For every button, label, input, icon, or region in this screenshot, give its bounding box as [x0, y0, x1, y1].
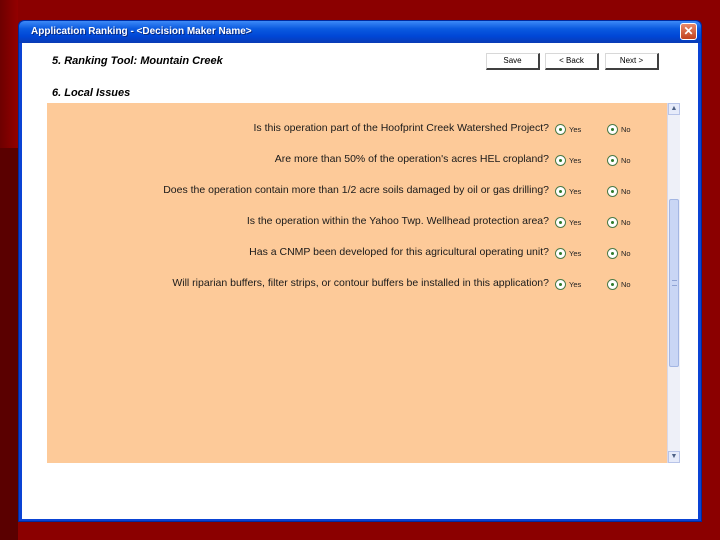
back-button[interactable]: < Back: [545, 53, 599, 70]
no-label: No: [621, 249, 631, 258]
vertical-scrollbar[interactable]: ▲ ▼: [667, 103, 680, 463]
radio-button-icon[interactable]: [607, 217, 618, 228]
question-row: Is the operation within the Yahoo Twp. W…: [47, 215, 667, 231]
no-label: No: [621, 218, 631, 227]
next-button[interactable]: Next >: [605, 53, 659, 70]
local-issues-title: 6. Local Issues: [52, 87, 131, 99]
chevron-up-icon: ▲: [670, 105, 678, 112]
desktop-background-lower: [0, 148, 18, 540]
close-button[interactable]: ✕: [680, 23, 697, 40]
scrollbar-thumb[interactable]: [669, 199, 679, 367]
radio-button-icon[interactable]: [555, 124, 566, 135]
radio-button-icon[interactable]: [607, 186, 618, 197]
save-button[interactable]: Save: [486, 53, 540, 70]
yes-label: Yes: [569, 156, 582, 165]
grip-icon: [672, 280, 677, 286]
no-label: No: [621, 187, 631, 196]
scroll-up-button[interactable]: ▲: [668, 103, 680, 115]
yes-label: Yes: [569, 249, 582, 258]
question-text: Does the operation contain more than 1/2…: [163, 184, 549, 196]
question-text: Are more than 50% of the operation's acr…: [274, 153, 549, 165]
radio-button-icon[interactable]: [607, 124, 618, 135]
radio-button-icon[interactable]: [607, 248, 618, 259]
radio-button-icon[interactable]: [555, 155, 566, 166]
question-row: Will riparian buffers, filter strips, or…: [47, 277, 667, 293]
application-window: Application Ranking - <Decision Maker Na…: [18, 20, 702, 522]
no-label: No: [621, 156, 631, 165]
question-row: Does the operation contain more than 1/2…: [47, 184, 667, 200]
radio-button-icon[interactable]: [555, 186, 566, 197]
radio-button-icon[interactable]: [555, 217, 566, 228]
close-icon: ✕: [683, 24, 694, 38]
yes-label: Yes: [569, 280, 582, 289]
window-title: Application Ranking - <Decision Maker Na…: [31, 26, 252, 37]
radio-button-icon[interactable]: [607, 155, 618, 166]
question-text: Is this operation part of the Hoofprint …: [253, 122, 549, 134]
radio-button-icon[interactable]: [607, 279, 618, 290]
radio-button-icon[interactable]: [555, 248, 566, 259]
ranking-tool-title: 5. Ranking Tool: Mountain Creek: [52, 55, 223, 67]
question-text: Has a CNMP been developed for this agric…: [249, 246, 549, 258]
question-text: Is the operation within the Yahoo Twp. W…: [246, 215, 549, 227]
question-row: Are more than 50% of the operation's acr…: [47, 153, 667, 169]
chevron-down-icon: ▼: [670, 453, 678, 460]
window-client-area: 5. Ranking Tool: Mountain Creek 6. Local…: [22, 43, 698, 519]
radio-button-icon[interactable]: [555, 279, 566, 290]
title-bar[interactable]: Application Ranking - <Decision Maker Na…: [19, 21, 701, 43]
yes-label: Yes: [569, 187, 582, 196]
question-text: Will riparian buffers, filter strips, or…: [172, 277, 549, 289]
yes-label: Yes: [569, 218, 582, 227]
scroll-down-button[interactable]: ▼: [668, 451, 680, 463]
no-label: No: [621, 280, 631, 289]
no-label: No: [621, 125, 631, 134]
question-row: Has a CNMP been developed for this agric…: [47, 246, 667, 262]
yes-label: Yes: [569, 125, 582, 134]
question-row: Is this operation part of the Hoofprint …: [47, 122, 667, 138]
